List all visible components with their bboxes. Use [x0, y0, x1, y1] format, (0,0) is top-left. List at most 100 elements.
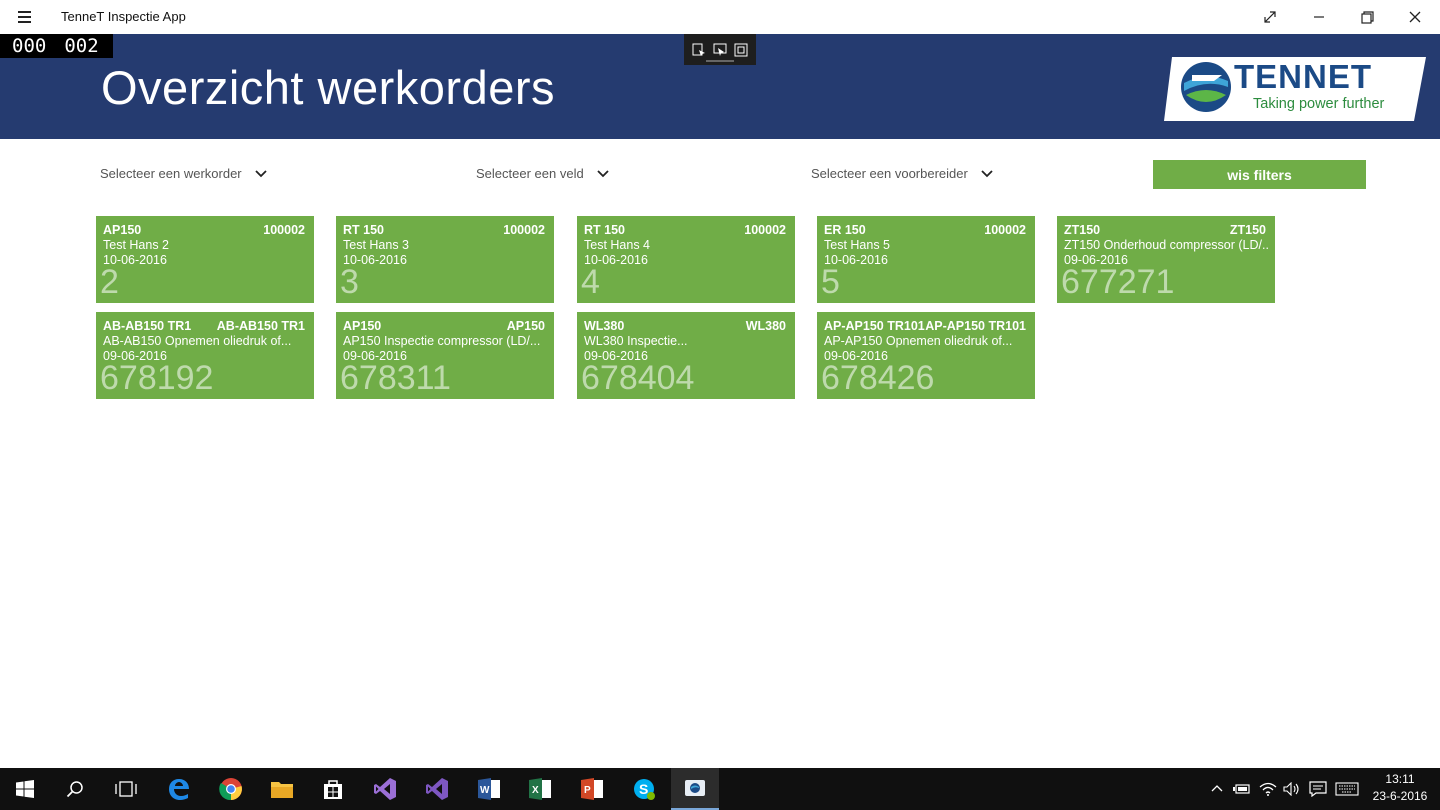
tile-number: 678192 [100, 359, 214, 397]
tile-number: 5 [821, 263, 840, 301]
tile-code: AP-AP150 TR101 [824, 319, 925, 333]
werkorder-dropdown[interactable]: Selecteer een werkorder [100, 166, 268, 181]
fullscreen-icon[interactable] [1246, 0, 1294, 34]
tile-number: 677271 [1061, 263, 1175, 301]
tile-description: Test Hans 3 [343, 238, 410, 252]
tile-description: Test Hans 4 [584, 238, 651, 252]
workorder-tile[interactable]: ZT150 ZT150 ZT150 Onderhoud compressor (… [1057, 216, 1275, 303]
logo-wordmark: TENNET [1234, 58, 1372, 95]
tile-id: 100002 [263, 223, 305, 237]
tile-description: Test Hans 5 [824, 238, 891, 252]
tile-number: 678311 [340, 359, 451, 397]
tile-description: WL380 Inspectie... [584, 334, 688, 348]
tile-id: 100002 [744, 223, 786, 237]
visual-studio-2-icon[interactable] [413, 768, 461, 810]
workorder-tile[interactable]: AP-AP150 TR101 AP-AP150 TR101 AP-AP150 O… [817, 312, 1035, 399]
minimize-icon[interactable] [1295, 0, 1343, 34]
tile-id: WL380 [745, 319, 786, 333]
keyboard-icon[interactable] [1334, 779, 1360, 799]
track-focus-icon[interactable] [733, 42, 749, 58]
svg-text:W: W [480, 785, 490, 796]
voorbereider-dropdown-label: Selecteer een voorbereider [811, 166, 968, 181]
taskbar: W X P S 13:11 23-6-2016 [0, 768, 1440, 810]
store-icon[interactable] [309, 768, 357, 810]
chevron-down-icon [255, 169, 267, 177]
excel-icon[interactable]: X [516, 768, 564, 810]
restore-icon[interactable] [1343, 0, 1391, 34]
select-element-icon[interactable] [691, 42, 707, 58]
close-icon[interactable] [1391, 0, 1439, 34]
skype-icon[interactable]: S [620, 768, 668, 810]
search-icon[interactable] [51, 768, 99, 810]
edge-icon[interactable] [155, 768, 203, 810]
chevron-down-icon [597, 169, 609, 177]
tile-id: AP150 [506, 319, 545, 333]
veld-dropdown[interactable]: Selecteer een veld [476, 166, 610, 181]
workorder-tile[interactable]: WL380 WL380 WL380 Inspectie... 09-06-201… [577, 312, 795, 399]
voorbereider-dropdown[interactable]: Selecteer een voorbereider [811, 166, 994, 181]
tile-code: RT 150 [343, 223, 384, 237]
frame-counter-left: 000 [12, 35, 47, 57]
taskbar-clock[interactable]: 13:11 23-6-2016 [1368, 771, 1432, 805]
clear-filters-button[interactable]: wis filters [1153, 160, 1366, 189]
workorder-tile[interactable]: AP150 AP150 AP150 Inspectie compressor (… [336, 312, 554, 399]
hamburger-menu-icon[interactable] [12, 8, 36, 26]
display-adorners-icon[interactable] [712, 42, 728, 58]
werkorder-dropdown-label: Selecteer een werkorder [100, 166, 242, 181]
tile-number: 678426 [821, 359, 935, 397]
workorder-tile[interactable]: ER 150 100002 Test Hans 5 10-06-2016 5 [817, 216, 1035, 303]
logo-tagline: Taking power further [1253, 96, 1385, 112]
powerpoint-icon[interactable]: P [568, 768, 616, 810]
tile-number: 4 [581, 263, 600, 301]
toolbar-grip[interactable] [706, 60, 734, 62]
tile-description: Test Hans 2 [103, 238, 170, 252]
tennet-app-taskbar-icon[interactable] [671, 768, 719, 810]
start-windows-icon[interactable] [1, 768, 49, 810]
tile-id: AP-AP150 TR101 [925, 319, 1026, 333]
tile-code: WL380 [584, 319, 625, 333]
tile-code: ER 150 [824, 223, 866, 237]
frame-counter-right: 002 [64, 35, 99, 57]
visual-studio-icon[interactable] [361, 768, 409, 810]
chrome-icon[interactable] [207, 768, 255, 810]
tile-description: AB-AB150 Opnemen oliedruk of... [103, 334, 292, 348]
chevron-down-icon [981, 169, 993, 177]
veld-dropdown-label: Selecteer een veld [476, 166, 584, 181]
battery-icon[interactable] [1232, 779, 1252, 799]
workorder-tile[interactable]: RT 150 100002 Test Hans 3 10-06-2016 3 [336, 216, 554, 303]
tile-number: 678404 [581, 359, 695, 397]
tile-number: 2 [100, 263, 119, 301]
app-title: TenneT Inspectie App [61, 9, 186, 24]
page-title: Overzicht werkorders [101, 61, 555, 114]
page-header: 000 002 Overzicht werkorders TENNET Taki… [0, 34, 1440, 139]
word-icon[interactable]: W [465, 768, 513, 810]
file-explorer-icon[interactable] [258, 768, 306, 810]
tile-code: AP150 [103, 223, 142, 237]
tile-id: 100002 [503, 223, 545, 237]
tennet-logo: TENNET Taking power further [1162, 51, 1428, 121]
tile-number: 3 [340, 263, 359, 301]
frame-counter: 000 002 [0, 34, 113, 58]
workorder-tile[interactable]: RT 150 100002 Test Hans 4 10-06-2016 4 [577, 216, 795, 303]
svg-text:X: X [532, 785, 539, 796]
tile-description: AP-AP150 Opnemen oliedruk of... [824, 334, 1013, 348]
workorder-tile[interactable]: AP150 100002 Test Hans 2 10-06-2016 2 [96, 216, 314, 303]
tile-description: ZT150 Onderhoud compressor (LD/... [1064, 238, 1270, 252]
tile-code: AB-AB150 TR1 [103, 319, 192, 333]
wifi-icon[interactable] [1258, 779, 1278, 799]
action-center-icon[interactable] [1308, 779, 1328, 799]
tile-code: AP150 [343, 319, 382, 333]
tile-id: AB-AB150 TR1 [216, 319, 305, 333]
chevron-up-icon[interactable] [1207, 779, 1227, 799]
clock-date: 23-6-2016 [1372, 789, 1428, 803]
tile-description: AP150 Inspectie compressor (LD/... [343, 334, 541, 348]
tile-code: RT 150 [584, 223, 625, 237]
volume-icon[interactable] [1282, 779, 1302, 799]
tile-code: ZT150 [1064, 223, 1101, 237]
task-view-icon[interactable] [102, 768, 150, 810]
debug-toolbar [684, 34, 756, 65]
svg-text:S: S [639, 781, 648, 797]
title-bar: TenneT Inspectie App [0, 0, 1440, 34]
workorder-tile[interactable]: AB-AB150 TR1 AB-AB150 TR1 AB-AB150 Opnem… [96, 312, 314, 399]
svg-text:P: P [584, 785, 591, 796]
